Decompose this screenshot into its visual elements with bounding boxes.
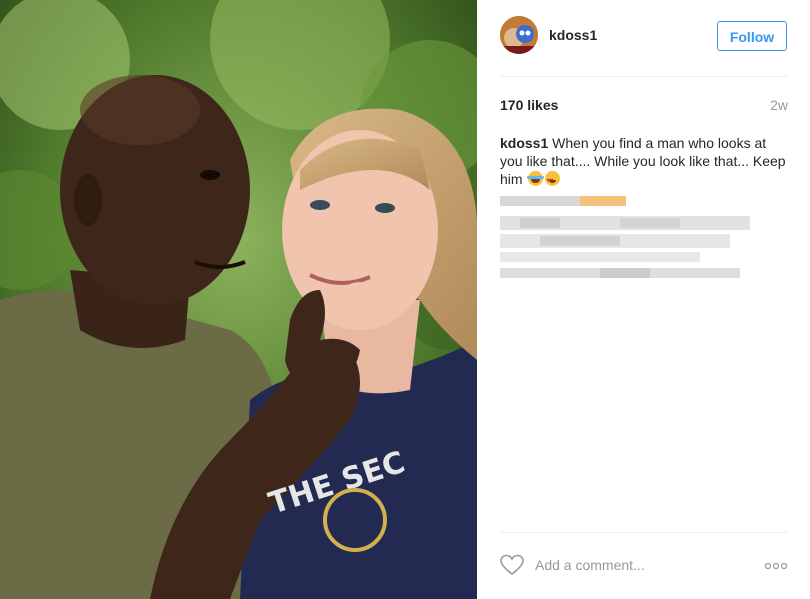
avatar-image (500, 16, 538, 54)
likes-count[interactable]: 170 likes (500, 97, 558, 113)
post-details-panel: kdoss1 Follow 170 likes 2w kdoss1 When y… (477, 0, 810, 599)
pixelated-comment-block (500, 196, 750, 278)
divider (500, 532, 788, 533)
photo-illustration: THE SEC (0, 0, 477, 599)
caption-author-link[interactable]: kdoss1 (500, 135, 548, 151)
post-caption: kdoss1 When you find a man who looks at … (500, 134, 788, 190)
post-header: kdoss1 Follow (500, 16, 788, 58)
heart-eyes-emoji-icon (545, 171, 561, 190)
post-age[interactable]: 2w (770, 97, 788, 113)
divider (500, 76, 788, 77)
like-heart-icon[interactable] (500, 554, 524, 576)
username-link[interactable]: kdoss1 (549, 27, 597, 43)
more-options-icon[interactable] (764, 561, 788, 571)
add-comment-input[interactable] (535, 555, 745, 575)
avatar[interactable] (500, 16, 538, 54)
follow-button[interactable]: Follow (717, 21, 787, 51)
tears-of-joy-emoji-icon (527, 171, 545, 186)
post-photo[interactable]: THE SEC (0, 0, 477, 599)
blurred-comments (500, 196, 750, 282)
